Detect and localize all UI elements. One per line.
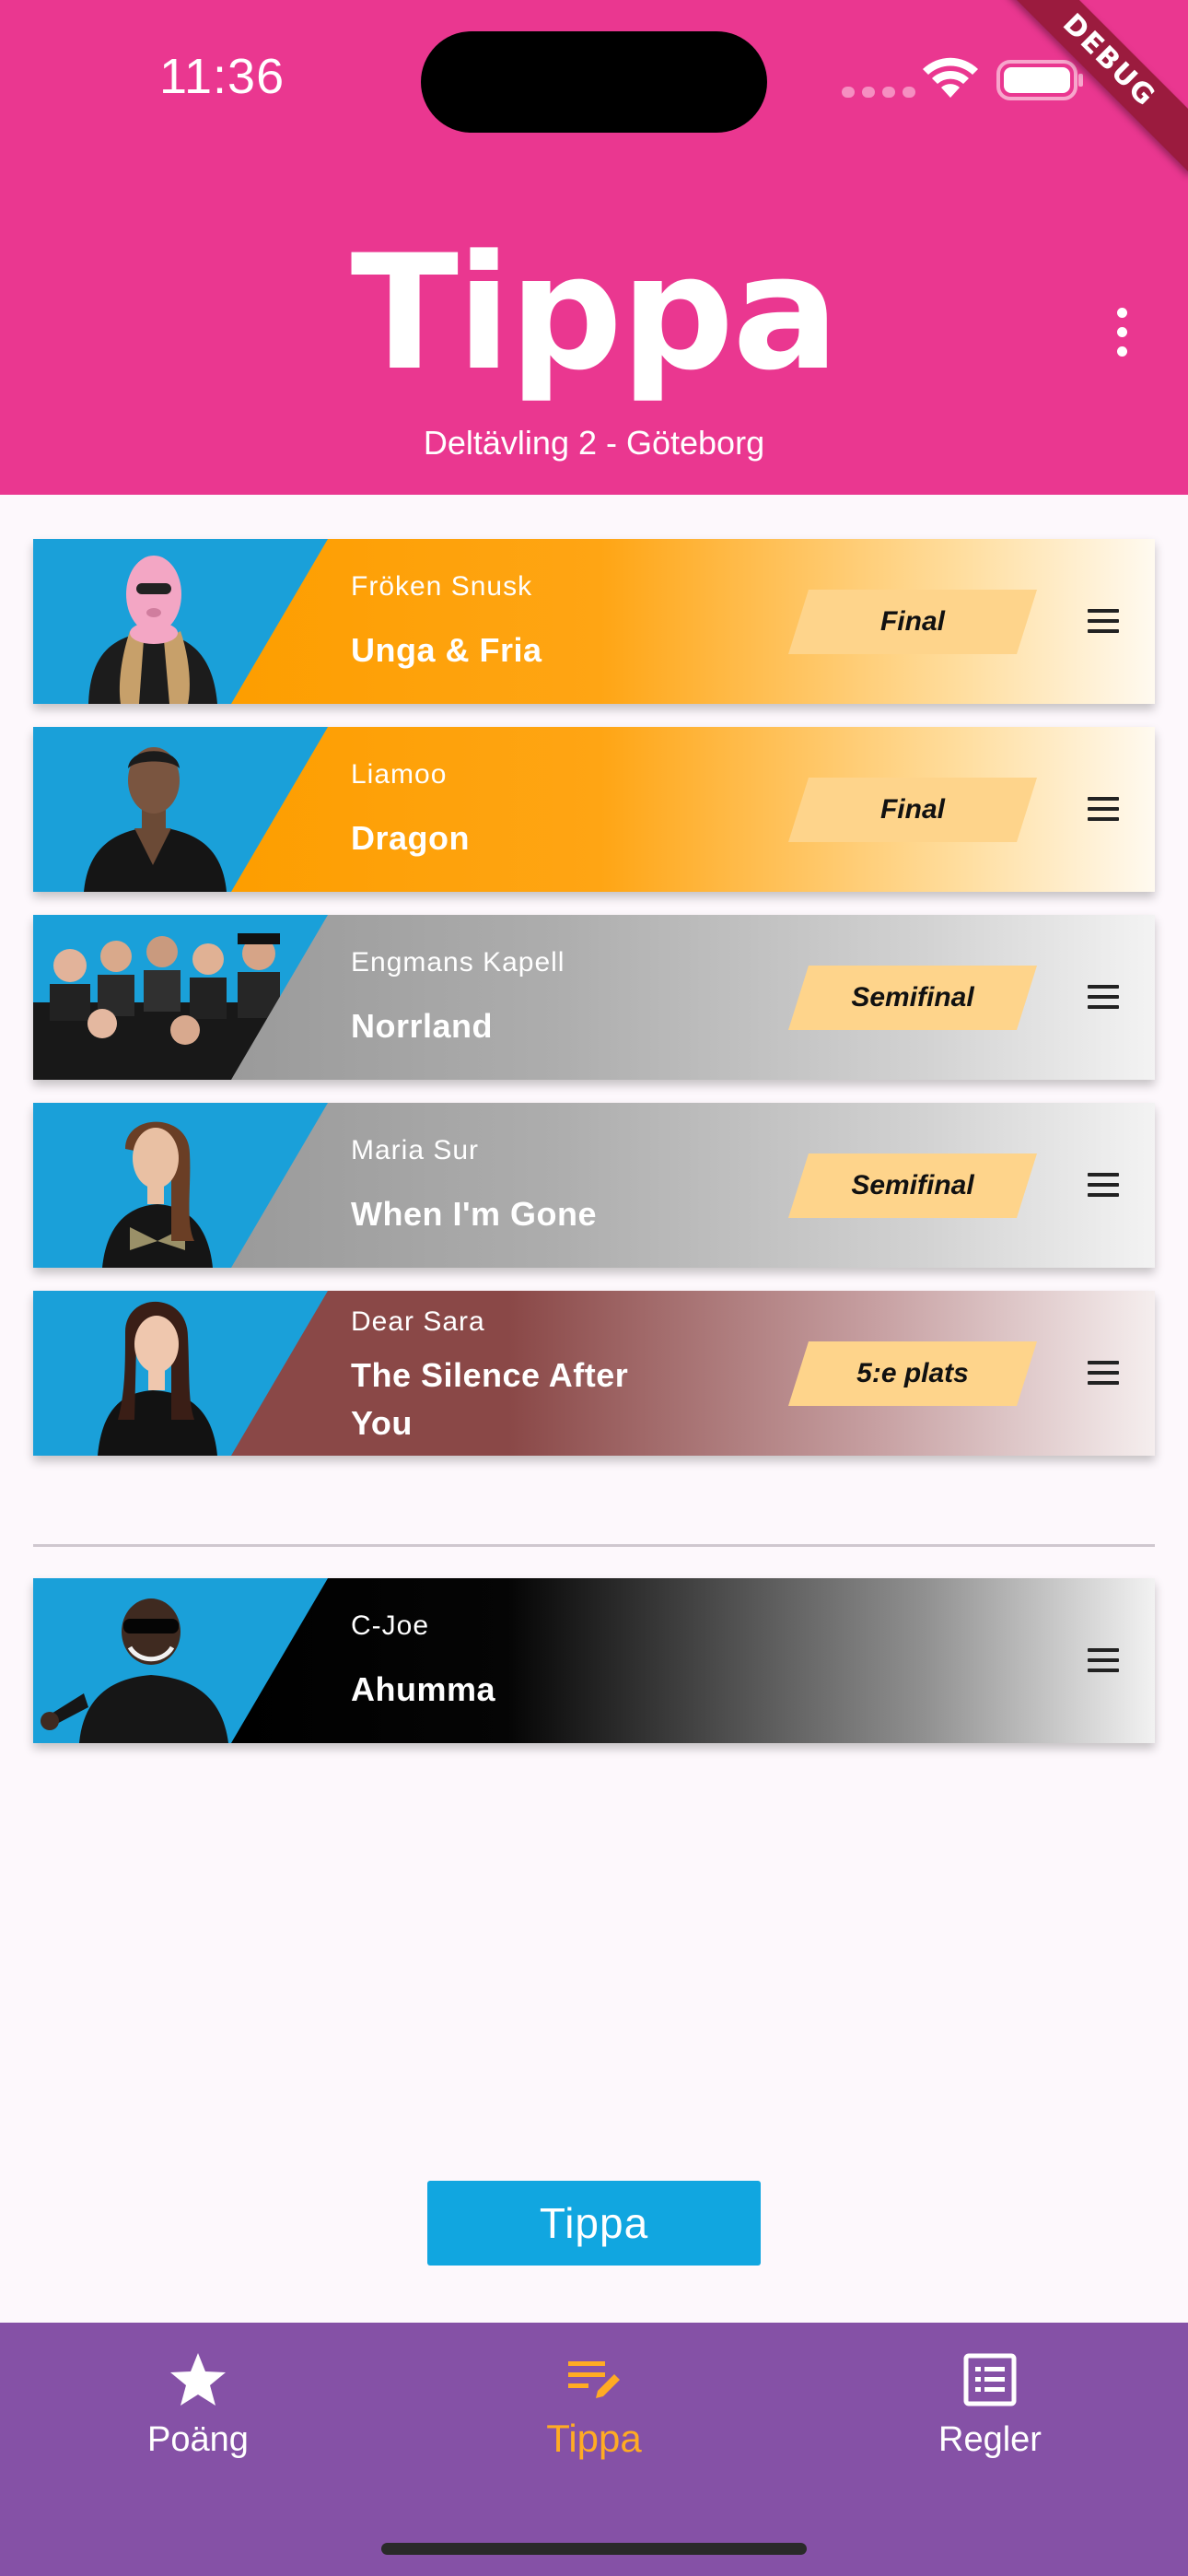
nav-label: Poäng bbox=[147, 2420, 249, 2459]
artist-name: Fröken Snusk bbox=[351, 571, 533, 602]
entry-card[interactable]: Fröken Snusk Unga & Fria Final bbox=[33, 539, 1155, 704]
app-header: 11:36 DEBUG Tippa Deltävling 2 - Götebor… bbox=[0, 0, 1188, 495]
song-title: Norrland bbox=[351, 1007, 494, 1045]
entry-card[interactable]: Dear Sara The Silence After You 5:e plat… bbox=[33, 1291, 1155, 1456]
placement-badge: Semifinal bbox=[788, 1153, 1037, 1218]
artist-name: C-Joe bbox=[351, 1610, 430, 1641]
placement-badge: Semifinal bbox=[788, 966, 1037, 1030]
song-title: Unga & Fria bbox=[351, 631, 542, 669]
entry-card[interactable]: Engmans Kapell Norrland Semifinal bbox=[33, 915, 1155, 1080]
page-title: Tippa bbox=[350, 220, 840, 405]
song-title: The Silence After You bbox=[351, 1356, 629, 1442]
home-indicator bbox=[381, 2543, 807, 2555]
more-vert-icon[interactable] bbox=[1098, 295, 1146, 369]
star-icon bbox=[170, 2353, 226, 2406]
wifi-icon bbox=[923, 57, 978, 98]
artist-name: Liamoo bbox=[351, 759, 448, 790]
song-title: When I'm Gone bbox=[351, 1195, 598, 1233]
drag-handle-icon[interactable] bbox=[1088, 609, 1119, 633]
drag-handle-icon[interactable] bbox=[1088, 1361, 1119, 1385]
nav-label: Tippa bbox=[546, 2417, 642, 2460]
list-box-icon bbox=[963, 2353, 1017, 2406]
entry-card[interactable]: C-Joe Ahumma bbox=[33, 1578, 1155, 1743]
artist-name: Dear Sara bbox=[351, 1306, 485, 1337]
battery-icon bbox=[996, 60, 1083, 100]
entry-card[interactable]: Maria Sur When I'm Gone Semifinal bbox=[33, 1103, 1155, 1268]
drag-handle-icon[interactable] bbox=[1088, 1173, 1119, 1197]
drag-handle-icon[interactable] bbox=[1088, 985, 1119, 1009]
bottom-navigation: Poäng Tippa Regler bbox=[0, 2323, 1188, 2576]
section-divider bbox=[33, 1544, 1155, 1547]
artist-name: Maria Sur bbox=[351, 1135, 480, 1165]
edit-list-icon bbox=[568, 2361, 620, 2398]
nav-label: Regler bbox=[938, 2420, 1042, 2459]
dynamic-island bbox=[421, 31, 767, 133]
placement-badge: Final bbox=[788, 778, 1037, 842]
entry-card[interactable]: Liamoo Dragon Final bbox=[33, 727, 1155, 892]
placement-badge: Final bbox=[788, 590, 1037, 654]
artist-name: Engmans Kapell bbox=[351, 947, 565, 978]
song-title: Dragon bbox=[351, 819, 470, 857]
status-time: 11:36 bbox=[159, 49, 285, 104]
drag-handle-icon[interactable] bbox=[1088, 797, 1119, 821]
drag-handle-icon[interactable] bbox=[1088, 1648, 1119, 1672]
entry-band bbox=[231, 1578, 1155, 1743]
song-title: Ahumma bbox=[351, 1670, 496, 1708]
cellular-signal-icon bbox=[842, 87, 915, 98]
submit-tips-button[interactable]: Tippa bbox=[427, 2181, 761, 2266]
page-subtitle: Deltävling 2 - Göteborg bbox=[423, 424, 765, 462]
placement-badge: 5:e plats bbox=[788, 1341, 1037, 1406]
